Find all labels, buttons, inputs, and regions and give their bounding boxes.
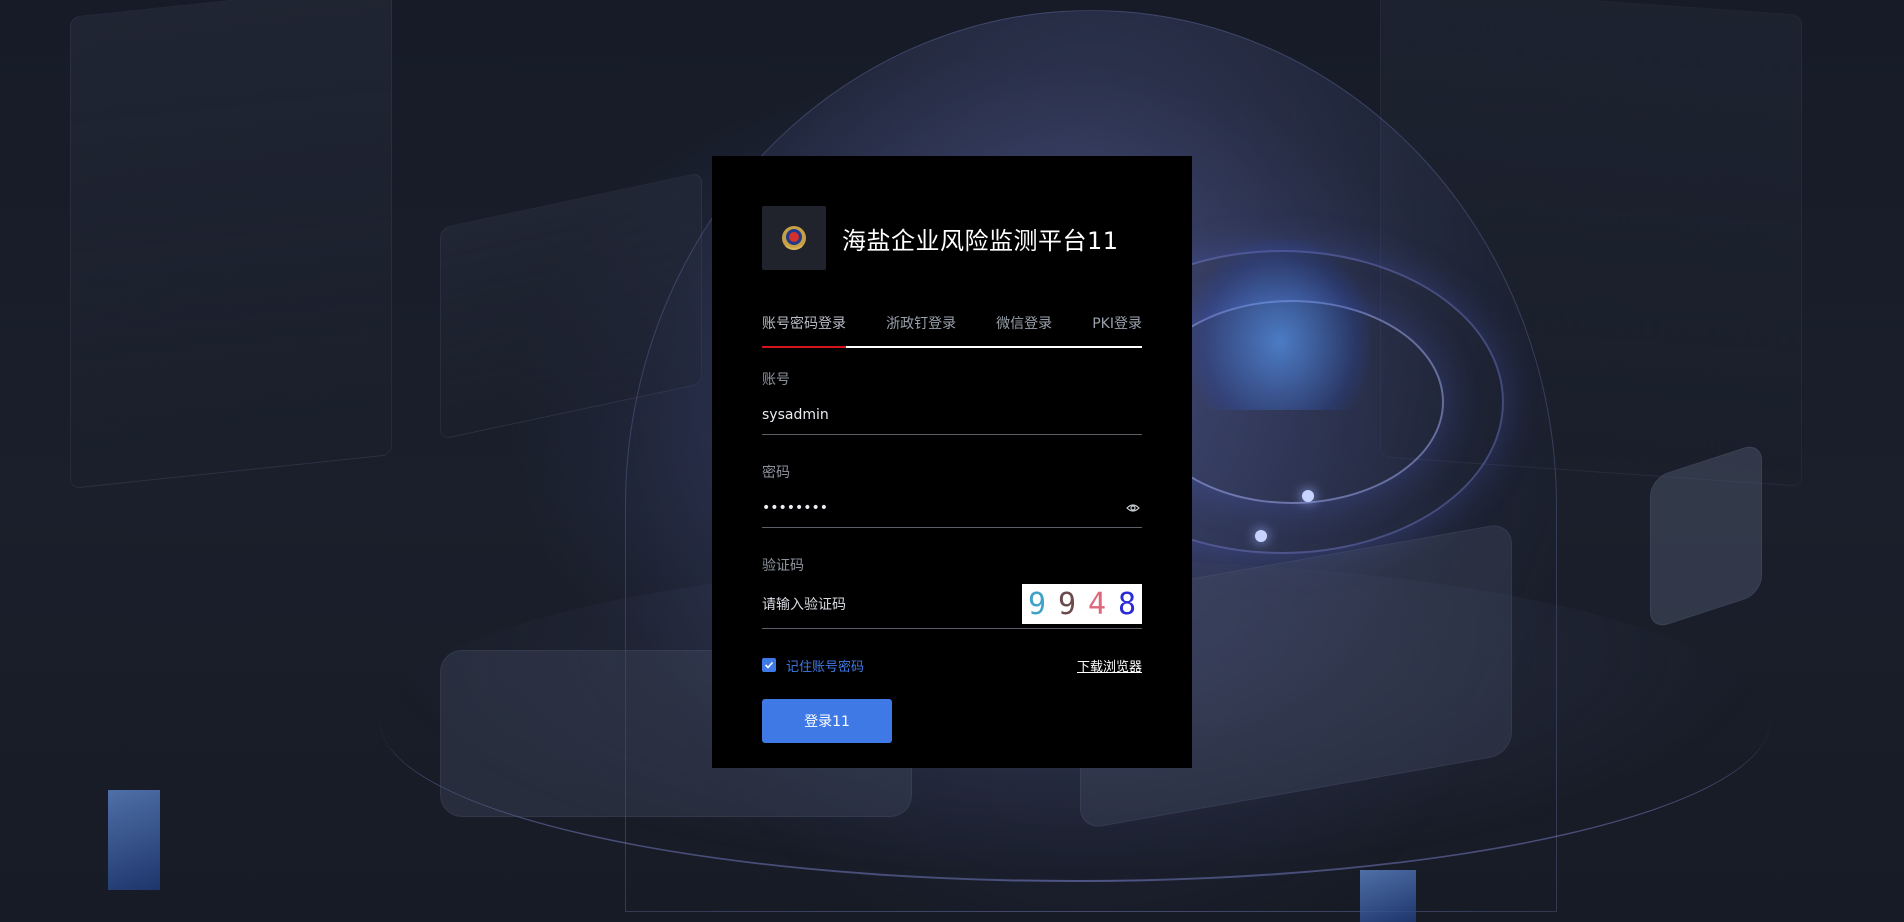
background-dashboard-panel — [70, 0, 392, 489]
account-label: 账号 — [762, 372, 790, 388]
captcha-digit: 9 — [1057, 586, 1077, 622]
password-input[interactable] — [762, 500, 1125, 516]
check-icon — [764, 661, 774, 669]
options-row: 记住账号密码 下载浏览器 — [762, 655, 1142, 675]
captcha-digit: 9 — [1027, 586, 1047, 622]
captcha-digit: 4 — [1087, 586, 1107, 622]
tab-account-password[interactable]: 账号密码登录 — [762, 314, 846, 346]
background-glow-dot — [1302, 490, 1314, 502]
captcha-input[interactable] — [762, 597, 1022, 613]
captcha-image[interactable]: 9 9 4 8 — [1022, 584, 1142, 624]
remember-checkbox-group[interactable]: 记住账号密码 — [762, 656, 864, 675]
emblem-icon — [782, 226, 806, 250]
tab-pki[interactable]: PKI登录 — [1092, 314, 1142, 346]
background-cube — [108, 790, 160, 890]
background-scene: 海盐企业风险监测平台11 账号密码登录 浙政钉登录 微信登录 PKI登录 账号 … — [0, 0, 1904, 922]
password-field: 密码 — [762, 463, 1142, 528]
background-city-glow — [1190, 240, 1370, 410]
captcha-digit: 8 — [1117, 586, 1137, 622]
background-glow-dot — [1255, 530, 1267, 542]
eye-icon[interactable] — [1125, 499, 1142, 517]
police-emblem-logo — [762, 206, 826, 270]
remember-label: 记住账号密码 — [786, 659, 865, 675]
background-cube — [1360, 870, 1416, 922]
login-button[interactable]: 登录11 — [762, 699, 892, 743]
captcha-field: 验证码 9 9 4 8 — [762, 556, 1142, 629]
login-card: 海盐企业风险监测平台11 账号密码登录 浙政钉登录 微信登录 PKI登录 账号 … — [712, 156, 1192, 768]
login-method-tabs: 账号密码登录 浙政钉登录 微信登录 PKI登录 — [762, 314, 1142, 348]
captcha-input-row: 9 9 4 8 — [762, 582, 1142, 629]
app-title: 海盐企业风险监测平台11 — [842, 226, 1119, 255]
captcha-label: 验证码 — [762, 558, 804, 574]
account-input-row — [762, 396, 1142, 435]
password-input-row — [762, 489, 1142, 528]
brand-header: 海盐企业风险监测平台11 — [762, 206, 1142, 270]
password-label: 密码 — [762, 465, 790, 481]
account-input[interactable] — [762, 407, 1142, 423]
download-browser-link[interactable]: 下载浏览器 — [1077, 656, 1142, 675]
tab-zhezhengding[interactable]: 浙政钉登录 — [886, 314, 956, 346]
active-tab-indicator — [762, 346, 846, 348]
remember-checkbox[interactable] — [762, 658, 776, 672]
tab-wechat[interactable]: 微信登录 — [996, 314, 1052, 346]
account-field: 账号 — [762, 370, 1142, 435]
